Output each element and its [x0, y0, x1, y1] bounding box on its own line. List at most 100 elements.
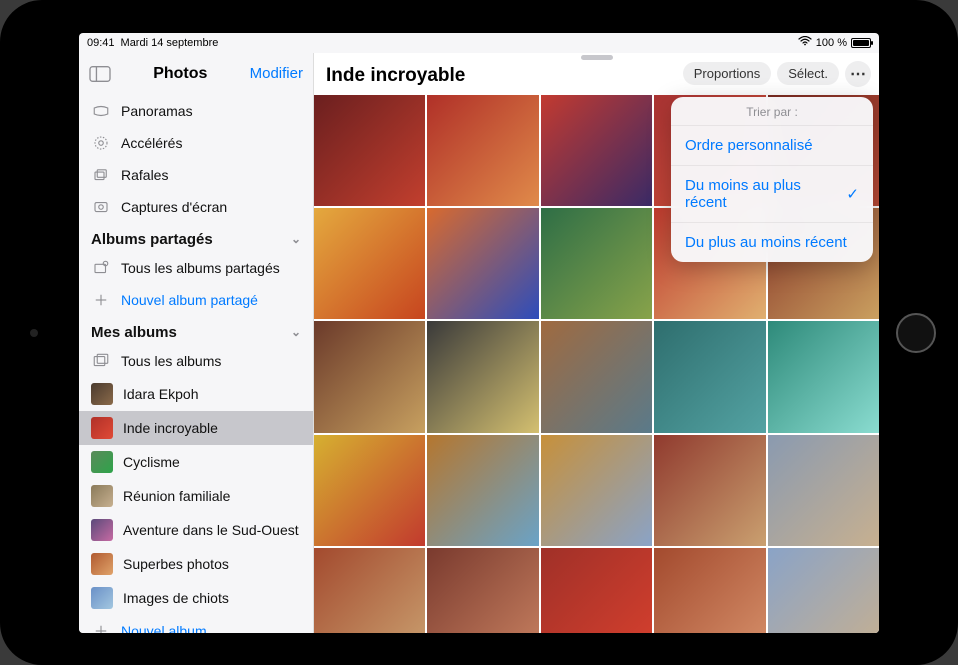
popover-item-label: Du plus au moins récent	[685, 234, 847, 251]
album-thumbnail	[91, 587, 113, 609]
album-title: Inde incroyable	[322, 65, 465, 87]
status-time: 09:41	[87, 37, 115, 49]
sidebar-item-new-shared[interactable]: Nouvel album partagé	[79, 284, 313, 316]
sidebar-item-album-inde[interactable]: Inde incroyable	[79, 411, 313, 445]
sidebar-item-album-reunion[interactable]: Réunion familiale	[79, 479, 313, 513]
sidebar-item-album-superbes[interactable]: Superbes photos	[79, 547, 313, 581]
sidebar-item-all-albums[interactable]: Tous les albums	[79, 345, 313, 377]
multitask-grabber[interactable]	[581, 55, 613, 60]
more-button[interactable]: ⋯	[845, 61, 871, 87]
section-label: Albums partagés	[91, 231, 213, 248]
photo-thumbnail[interactable]	[314, 548, 425, 632]
plus-icon	[91, 290, 111, 310]
sidebar-item-all-shared[interactable]: Tous les albums partagés	[79, 252, 313, 284]
photo-thumbnail[interactable]	[427, 208, 538, 319]
chevron-down-icon: ⌄	[291, 232, 301, 246]
sidebar-item-label: Tous les albums partagés	[121, 260, 301, 276]
sidebar-item-label: Accélérés	[121, 135, 301, 151]
popover-item-label: Du moins au plus récent	[685, 177, 846, 211]
wifi-icon	[798, 36, 812, 49]
timelapse-icon	[91, 133, 111, 153]
photo-thumbnail[interactable]	[314, 435, 425, 546]
ipad-device-frame: 09:41 Mardi 14 septembre 100 % Photos	[0, 0, 958, 665]
sidebar-toggle-icon[interactable]	[89, 65, 111, 83]
status-bar: 09:41 Mardi 14 septembre 100 %	[79, 33, 879, 53]
screen: 09:41 Mardi 14 septembre 100 % Photos	[79, 33, 879, 633]
sidebar-item-label: Inde incroyable	[123, 420, 301, 436]
section-my-albums[interactable]: Mes albums ⌄	[79, 316, 313, 345]
sidebar-item-label: Images de chiots	[123, 590, 301, 606]
photo-thumbnail[interactable]	[427, 435, 538, 546]
sidebar-item-album-chiots[interactable]: Images de chiots	[79, 581, 313, 615]
section-label: Mes albums	[91, 324, 177, 341]
shared-album-icon	[91, 258, 111, 278]
photo-thumbnail[interactable]	[541, 208, 652, 319]
sidebar-item-label: Idara Ekpoh	[123, 386, 301, 402]
sidebar-item-label: Rafales	[121, 167, 301, 183]
sidebar-item-album-idara[interactable]: Idara Ekpoh	[79, 377, 313, 411]
sort-option-oldest-first[interactable]: Du moins au plus récent ✓	[671, 165, 873, 222]
photo-thumbnail[interactable]	[314, 95, 425, 206]
sidebar-item-label: Aventure dans le Sud-Ouest	[123, 522, 301, 538]
sidebar-item-label: Réunion familiale	[123, 488, 301, 504]
photo-thumbnail[interactable]	[654, 321, 765, 432]
sidebar-item-label: Superbes photos	[123, 556, 301, 572]
sidebar-item-label: Panoramas	[121, 103, 301, 119]
photo-thumbnail[interactable]	[427, 95, 538, 206]
photo-thumbnail[interactable]	[314, 321, 425, 432]
burst-icon	[91, 165, 111, 185]
sidebar-item-label: Tous les albums	[121, 353, 301, 369]
sidebar-list[interactable]: Panoramas Accélérés Rafales Captures d'é…	[79, 95, 313, 633]
popover-title: Trier par :	[671, 97, 873, 125]
panorama-icon	[91, 101, 111, 121]
photo-thumbnail[interactable]	[654, 548, 765, 632]
sidebar-item-bursts[interactable]: Rafales	[79, 159, 313, 191]
photo-thumbnail[interactable]	[768, 435, 879, 546]
photo-thumbnail[interactable]	[768, 548, 879, 632]
photo-thumbnail[interactable]	[541, 548, 652, 632]
battery-icon	[851, 38, 871, 48]
split-view: Photos Modifier Panoramas Accélérés Rafa	[79, 53, 879, 633]
photo-thumbnail[interactable]	[427, 548, 538, 632]
album-thumbnail	[91, 383, 113, 405]
sidebar-item-timelapse[interactable]: Accélérés	[79, 127, 313, 159]
sidebar-item-label: Cyclisme	[123, 454, 301, 470]
sidebar-edit-button[interactable]: Modifier	[250, 65, 303, 82]
home-button[interactable]	[896, 313, 936, 353]
album-thumbnail	[91, 485, 113, 507]
sidebar-item-new-album[interactable]: Nouvel album	[79, 615, 313, 633]
album-thumbnail	[91, 417, 113, 439]
select-button[interactable]: Sélect.	[777, 62, 839, 85]
sidebar: Photos Modifier Panoramas Accélérés Rafa	[79, 53, 314, 633]
sidebar-header: Photos Modifier	[79, 53, 313, 95]
chevron-down-icon: ⌄	[291, 325, 301, 339]
photo-thumbnail[interactable]	[427, 321, 538, 432]
main-content: Inde incroyable Proportions Sélect. ⋯	[314, 53, 879, 633]
albums-icon	[91, 351, 111, 371]
album-thumbnail	[91, 553, 113, 575]
sidebar-item-label: Nouvel album	[121, 623, 301, 633]
photo-thumbnail[interactable]	[541, 321, 652, 432]
sidebar-item-label: Captures d'écran	[121, 199, 301, 215]
sidebar-item-album-aventure[interactable]: Aventure dans le Sud-Ouest	[79, 513, 313, 547]
front-camera	[30, 329, 38, 337]
photo-thumbnail[interactable]	[654, 435, 765, 546]
sidebar-title: Photos	[153, 65, 207, 83]
aspect-button[interactable]: Proportions	[683, 62, 771, 85]
album-thumbnail	[91, 451, 113, 473]
section-shared-albums[interactable]: Albums partagés ⌄	[79, 223, 313, 252]
photo-thumbnail[interactable]	[314, 208, 425, 319]
sidebar-item-panoramas[interactable]: Panoramas	[79, 95, 313, 127]
sidebar-item-screenshots[interactable]: Captures d'écran	[79, 191, 313, 223]
photo-thumbnail[interactable]	[541, 95, 652, 206]
sidebar-item-label: Nouvel album partagé	[121, 292, 301, 308]
sort-option-custom[interactable]: Ordre personnalisé	[671, 125, 873, 165]
battery-percent: 100 %	[816, 37, 847, 49]
sidebar-item-album-cyclisme[interactable]: Cyclisme	[79, 445, 313, 479]
sort-option-newest-first[interactable]: Du plus au moins récent	[671, 222, 873, 262]
photo-thumbnail[interactable]	[541, 435, 652, 546]
photo-thumbnail[interactable]	[768, 321, 879, 432]
album-thumbnail	[91, 519, 113, 541]
plus-icon	[91, 621, 111, 633]
status-date: Mardi 14 septembre	[121, 37, 219, 49]
